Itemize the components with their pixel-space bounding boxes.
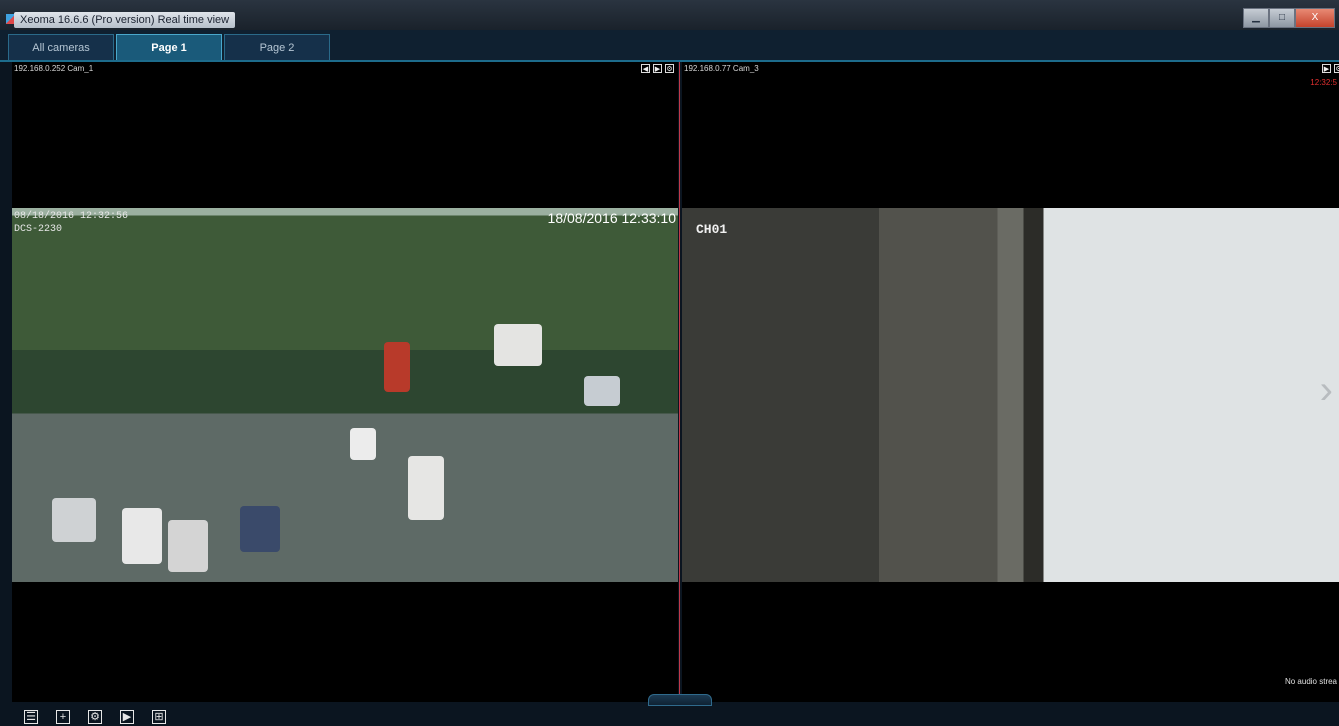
- camera-label: 192.168.0.252 Cam_1: [14, 64, 94, 73]
- add-icon[interactable]: +: [56, 710, 70, 724]
- list-icon[interactable]: ☰: [24, 710, 38, 724]
- panel-toggle-handle[interactable]: [648, 694, 712, 706]
- camera-controls: ▶ ⚙: [1322, 64, 1339, 73]
- tab-page-1[interactable]: Page 1: [116, 34, 222, 60]
- title-bar: Xeoma 16.6.6 (Pro version) Real time vie…: [0, 0, 1339, 30]
- camera-video-feed[interactable]: CH01 ›: [682, 208, 1339, 582]
- camera-controls: ◀ ▶ ⚙: [641, 64, 674, 73]
- play-icon[interactable]: ▶: [120, 710, 134, 724]
- tab-bar: All cameras Page 1 Page 2: [0, 30, 1339, 62]
- minimize-button[interactable]: ▁: [1243, 8, 1269, 28]
- layout-icon[interactable]: ⊞: [152, 710, 166, 724]
- car: [584, 376, 620, 406]
- camera-label: 192.168.0.77 Cam_3: [684, 64, 759, 73]
- window-controls: ▁ □ X: [1243, 8, 1335, 28]
- car: [350, 428, 376, 460]
- osd-model: DCS-2230: [14, 224, 63, 235]
- camera-view-cam-1[interactable]: 192.168.0.252 Cam_1 ◀ ▶ ⚙ 08/18/2016 12:…: [12, 62, 678, 702]
- camera-view-cam-3[interactable]: 192.168.0.77 Cam_3 ▶ ⚙ 12:32:5 CH01 › No…: [682, 62, 1339, 702]
- car: [240, 506, 280, 552]
- car: [52, 498, 96, 542]
- car: [122, 508, 162, 564]
- play-icon[interactable]: ▶: [1322, 64, 1331, 73]
- tab-page-2[interactable]: Page 2: [224, 34, 330, 60]
- close-button[interactable]: X: [1295, 8, 1335, 28]
- camera-video-feed[interactable]: 08/18/2016 12:32:56 DCS-2230 18/08/2016 …: [12, 208, 678, 582]
- tab-all-cameras[interactable]: All cameras: [8, 34, 114, 60]
- osd-date: 08/18/2016 12:32:56: [14, 211, 129, 222]
- settings-icon[interactable]: ⚙: [88, 710, 102, 724]
- recording-time: 12:32:5: [1310, 78, 1337, 87]
- osd-channel: CH01: [696, 222, 728, 237]
- settings-icon[interactable]: ⚙: [665, 64, 674, 73]
- play-icon[interactable]: ▶: [653, 64, 662, 73]
- car: [168, 520, 208, 572]
- van: [408, 456, 444, 520]
- osd-timestamp-camera: 08/18/2016 12:32:56 DCS-2230: [14, 210, 128, 236]
- audio-status: No audio strea: [1284, 677, 1337, 686]
- osd-timestamp: 18/08/2016 12:33:10: [547, 210, 676, 226]
- audio-icon[interactable]: ◀: [641, 64, 650, 73]
- settings-icon[interactable]: ⚙: [1334, 64, 1339, 73]
- car: [384, 342, 410, 392]
- maximize-button[interactable]: □: [1269, 8, 1295, 28]
- truck: [494, 324, 542, 366]
- chevron-right-icon[interactable]: ›: [1320, 368, 1333, 413]
- window-title: Xeoma 16.6.6 (Pro version) Real time vie…: [14, 12, 236, 28]
